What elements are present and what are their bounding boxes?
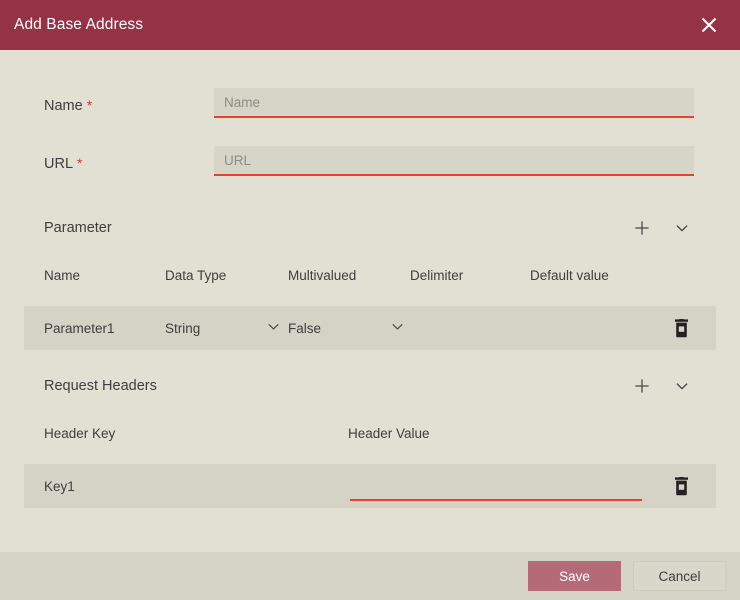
parameter-col-name: Name <box>44 268 81 283</box>
parameter-table-row: Parameter1 String False <box>24 306 716 350</box>
request-header-value-input[interactable] <box>350 471 642 501</box>
parameter-row-default-value[interactable] <box>530 306 650 350</box>
parameter-row-delimiter[interactable] <box>410 306 520 350</box>
parameter-section-actions <box>632 218 692 238</box>
request-headers-column-headers: Header Key Header Value <box>0 426 740 452</box>
dialog-titlebar: Add Base Address <box>0 0 740 50</box>
parameter-col-multivalued: Multivalued <box>288 268 357 283</box>
request-headers-table-row: Key1 <box>24 464 716 508</box>
parameter-col-default-value: Default value <box>530 268 609 283</box>
chevron-down-icon[interactable] <box>672 218 692 238</box>
url-label: URL * <box>44 146 214 172</box>
request-headers-section-actions <box>632 376 692 396</box>
parameter-row-data-type-select[interactable]: String <box>165 306 280 350</box>
trash-icon[interactable] <box>670 474 692 498</box>
plus-icon[interactable] <box>632 376 652 396</box>
name-field-row: Name * <box>0 88 740 118</box>
chevron-down-icon <box>267 320 280 336</box>
parameter-section-header: Parameter <box>0 218 740 238</box>
dialog-title: Add Base Address <box>14 16 144 33</box>
parameter-column-headers: Name Data Type Multivalued Delimiter Def… <box>0 268 740 294</box>
parameter-col-data-type: Data Type <box>165 268 227 283</box>
chevron-down-icon <box>391 320 404 336</box>
name-label-text: Name <box>44 98 83 114</box>
parameter-row-multivalued-value: False <box>288 320 322 336</box>
request-header-row-key: Key1 <box>44 478 75 494</box>
chevron-down-icon[interactable] <box>672 376 692 396</box>
name-label: Name * <box>44 88 214 114</box>
dialog-footer: Save Cancel <box>0 552 740 600</box>
name-input[interactable] <box>214 88 694 118</box>
parameter-col-delimiter: Delimiter <box>410 268 464 283</box>
parameter-section-title: Parameter <box>44 220 112 236</box>
close-icon[interactable] <box>696 12 722 38</box>
parameter-row-multivalued-select[interactable]: False <box>288 306 404 350</box>
request-headers-col-key: Header Key <box>44 426 116 441</box>
name-required-marker: * <box>86 97 93 113</box>
parameter-row-name: Parameter1 <box>44 320 115 336</box>
save-button[interactable]: Save <box>528 561 621 591</box>
url-label-text: URL <box>44 156 74 172</box>
add-base-address-dialog: Add Base Address Name* URL* Parameter <box>0 0 740 600</box>
plus-icon[interactable] <box>632 218 652 238</box>
request-headers-section-header: Request Headers <box>0 376 740 396</box>
url-field-row: URL * <box>0 146 740 176</box>
trash-icon[interactable] <box>670 316 692 340</box>
url-input[interactable] <box>214 146 694 176</box>
request-headers-section-title: Request Headers <box>44 378 157 394</box>
parameter-row-data-type-value: String <box>165 320 201 336</box>
request-headers-col-value: Header Value <box>348 426 430 441</box>
dialog-body: Name* URL* Parameter <box>0 50 740 552</box>
cancel-button[interactable]: Cancel <box>633 561 726 591</box>
url-required-marker: * <box>77 155 83 171</box>
